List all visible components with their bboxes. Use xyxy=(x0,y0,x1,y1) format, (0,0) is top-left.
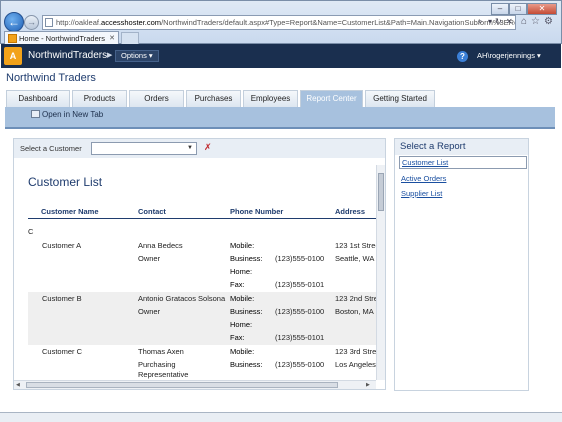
address-line: 123 3rd Stre xyxy=(335,347,376,356)
minimize-button[interactable]: – xyxy=(491,3,509,15)
options-menu[interactable]: Options ▾ xyxy=(115,50,159,62)
phone-value: (123)555-0100 xyxy=(275,307,325,316)
phone-label: Business: xyxy=(230,360,263,369)
open-new-tab-label: Open in New Tab xyxy=(42,110,104,119)
back-button[interactable]: ← xyxy=(4,12,24,32)
table-row: Customer C Thomas Axen Purchasing Repres… xyxy=(28,345,376,380)
contact-name: Anna Bedecs xyxy=(138,241,183,250)
dropdown-icon[interactable]: ▾ xyxy=(488,17,492,26)
address-line: 123 1st Stree xyxy=(335,241,376,250)
horizontal-scrollbar[interactable]: ◀ ▶ xyxy=(14,380,376,389)
phone-label: Business: xyxy=(230,254,263,263)
table-row: Customer A Anna Bedecs Owner Mobile: Bus… xyxy=(28,239,376,292)
phone-value: (123)555-0100 xyxy=(275,360,325,369)
breadcrumb-caret-icon: ▶ xyxy=(107,52,113,59)
vertical-scroll-thumb[interactable] xyxy=(378,173,384,211)
favicon-icon xyxy=(8,34,17,43)
report-content: Customer List Customer Name Contact Phon… xyxy=(14,165,376,380)
report-viewer: Select a Customer ▼ ✗ Customer List Cust… xyxy=(13,138,386,390)
help-icon[interactable]: ? xyxy=(457,51,468,62)
customer-name: Customer A xyxy=(42,241,82,250)
contact-name: Antonio Gratacos Solsona xyxy=(138,294,226,303)
forward-button[interactable]: → xyxy=(24,15,39,30)
new-tab-icon xyxy=(31,110,40,118)
refresh-icon[interactable]: ↻ xyxy=(495,17,502,26)
address-bar[interactable]: http://oakleaf.accesshoster.com/Northwin… xyxy=(42,15,516,30)
phone-label: Home: xyxy=(230,320,253,329)
col-contact: Contact xyxy=(138,207,166,216)
scroll-right-icon[interactable]: ▶ xyxy=(366,382,370,388)
report-link-customer-list[interactable]: Customer List xyxy=(399,156,527,169)
browser-tab[interactable]: Home - NorthwindTraders ✕ xyxy=(4,31,119,45)
address-line: 123 2nd Stre xyxy=(335,294,376,303)
header-rule xyxy=(28,218,376,219)
status-bar xyxy=(0,412,562,422)
report-link-supplier-list[interactable]: Supplier List xyxy=(401,189,442,198)
customer-name: Customer C xyxy=(42,347,83,356)
browser-chrome: ← → http://oakleaf.accesshoster.com/Nort… xyxy=(0,0,562,45)
url-path: /NorthwindTraders/default.aspx#Type=Repo… xyxy=(161,18,516,27)
col-customer-name: Customer Name xyxy=(41,207,99,216)
table-row: Customer B Antonio Gratacos Solsona Owne… xyxy=(28,292,376,345)
phone-label: Business: xyxy=(230,307,263,316)
phone-value: (123)555-0101 xyxy=(275,280,325,289)
tab-report-center[interactable]: Report Center xyxy=(300,90,363,107)
report-selector: Select a Report Customer List Active Ord… xyxy=(394,138,529,391)
contact-title: Owner xyxy=(138,254,161,263)
tab-purchases[interactable]: Purchases xyxy=(186,90,241,107)
phone-value: (123)555-0101 xyxy=(275,333,325,342)
maximize-button[interactable]: □ xyxy=(509,3,527,15)
app-title[interactable]: NorthwindTraders xyxy=(28,50,107,61)
contact-name: Thomas Axen xyxy=(138,347,184,356)
address-line: Los Angeles, xyxy=(335,360,376,369)
clear-filter-icon[interactable]: ✗ xyxy=(204,142,212,153)
phone-label: Fax: xyxy=(230,280,245,289)
phone-label: Home: xyxy=(230,267,253,276)
phone-label: Mobile: xyxy=(230,294,255,303)
stop-icon[interactable]: ✕ xyxy=(506,17,513,26)
app-header: A NorthwindTraders ▶ Options ▾ ? AH\roge… xyxy=(1,44,561,68)
contact-title: Owner xyxy=(138,307,161,316)
customer-select[interactable]: ▼ xyxy=(91,142,197,155)
customer-filter-bar: Select a Customer ▼ ✗ xyxy=(14,139,385,158)
report-link-active-orders[interactable]: Active Orders xyxy=(401,174,446,183)
tab-dashboard[interactable]: Dashboard xyxy=(6,90,70,107)
contact-title: Representative xyxy=(138,370,189,379)
page-icon xyxy=(45,18,53,27)
tab-orders[interactable]: Orders xyxy=(129,90,184,107)
contact-title: Purchasing xyxy=(138,360,176,369)
toolbar-icons[interactable]: ⌂☆⚙ xyxy=(521,16,557,27)
chevron-down-icon[interactable]: ▼ xyxy=(187,145,193,151)
phone-value: (123)555-0100 xyxy=(275,254,325,263)
horizontal-scroll-thumb[interactable] xyxy=(26,382,338,388)
address-line: Seattle, WA xyxy=(335,254,375,263)
site-title: Northwind Traders xyxy=(6,72,96,84)
close-window-button[interactable]: ✕ xyxy=(527,3,557,15)
customer-filter-label: Select a Customer xyxy=(20,144,82,153)
phone-label: Mobile: xyxy=(230,347,255,356)
window-controls: – □ ✕ xyxy=(491,3,557,15)
phone-label: Mobile: xyxy=(230,241,255,250)
search-icon[interactable]: ⌕ xyxy=(478,17,482,27)
group-header: C xyxy=(28,227,34,236)
customer-name: Customer B xyxy=(42,294,82,303)
phone-label: Fax: xyxy=(230,333,245,342)
user-menu[interactable]: AH\rogerjennings ▾ xyxy=(477,51,541,60)
address-line: Boston, MA xyxy=(335,307,374,316)
url-domain: accesshoster.com xyxy=(101,18,162,27)
open-new-tab-button[interactable]: Open in New Tab xyxy=(31,110,103,119)
vertical-scrollbar[interactable] xyxy=(376,165,385,380)
report-title: Customer List xyxy=(28,175,103,189)
action-ribbon: Open in New Tab xyxy=(5,107,555,129)
tab-employees[interactable]: Employees xyxy=(243,90,298,107)
report-selector-title: Select a Report xyxy=(395,139,528,155)
col-phone-number: Phone Number xyxy=(230,207,284,216)
access-logo-icon[interactable]: A xyxy=(4,47,22,65)
url-prefix: http://oakleaf. xyxy=(56,18,102,27)
col-address: Address xyxy=(335,207,366,216)
scroll-left-icon[interactable]: ◀ xyxy=(16,382,20,388)
tab-products[interactable]: Products xyxy=(72,90,127,107)
tab-title: Home - NorthwindTraders xyxy=(19,34,105,43)
tab-getting-started[interactable]: Getting Started xyxy=(365,90,435,107)
